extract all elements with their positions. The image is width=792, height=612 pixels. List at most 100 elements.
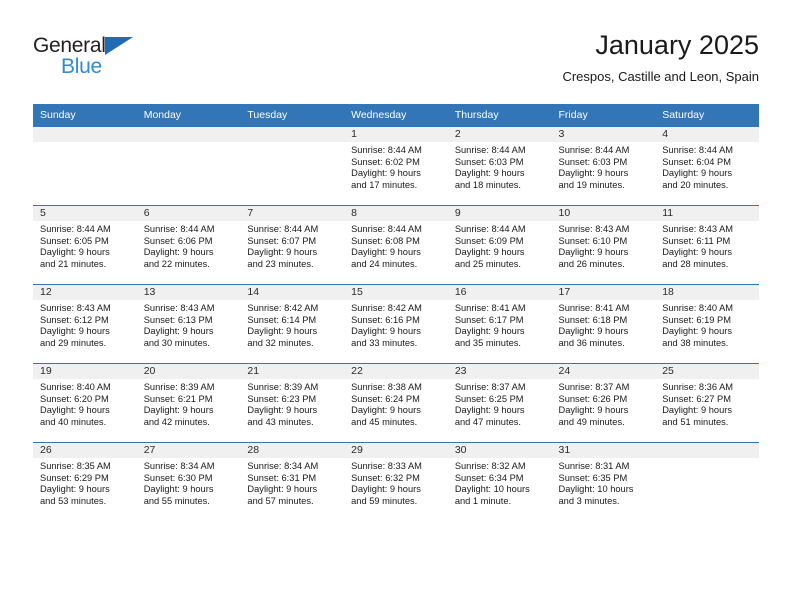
calendar-day-cell[interactable]: 4 Sunrise: 8:44 AM Sunset: 6:04 PM Daylight… <box>655 126 759 206</box>
calendar-day-cell[interactable]: 1 Sunrise: 8:44 AM Sunset: 6:02 PM Daylight… <box>344 126 448 206</box>
calendar-day-cell[interactable] <box>33 126 137 206</box>
daylight-text: Daylight: 9 hours <box>454 326 525 337</box>
daylight-text: and 1 minute. <box>454 495 512 506</box>
calendar-body: 1 Sunrise: 8:44 AM Sunset: 6:02 PM Daylight… <box>33 126 759 521</box>
calendar-week-row: 12 Sunrise: 8:43 AM Sunset: 6:12 PM Dayligh… <box>33 284 759 364</box>
calendar-day-cell[interactable]: 7 Sunrise: 8:44 AM Sunset: 6:07 PM Daylight… <box>240 205 345 285</box>
day-cell-content: 21 Sunrise: 8:39 AM Sunset: 6:23 PM Dayligh… <box>240 364 345 442</box>
day-cell-content: 10 Sunrise: 8:43 AM Sunset: 6:10 PM Dayligh… <box>551 206 656 284</box>
day-cell-content: 26 Sunrise: 8:35 AM Sunset: 6:29 PM Dayligh… <box>33 443 137 521</box>
calendar-day-cell[interactable]: 18 Sunrise: 8:40 AM Sunset: 6:19 PM Dayligh… <box>655 284 759 364</box>
sunset-text: Sunset: 6:18 PM <box>558 314 628 325</box>
day-details: Sunrise: 8:41 AM Sunset: 6:18 PM Daylight:… <box>552 300 656 349</box>
calendar-day-cell[interactable]: 20 Sunrise: 8:39 AM Sunset: 6:21 PM Dayligh… <box>136 363 241 443</box>
day-details: Sunrise: 8:38 AM Sunset: 6:24 PM Daylight:… <box>344 379 448 428</box>
calendar-day-cell[interactable]: 2 Sunrise: 8:44 AM Sunset: 6:03 PM Daylight… <box>447 126 552 206</box>
weekday-header-monday: Monday <box>136 104 241 127</box>
day-details: Sunrise: 8:44 AM Sunset: 6:05 PM Daylight:… <box>33 221 137 270</box>
calendar-day-cell[interactable]: 6 Sunrise: 8:44 AM Sunset: 6:06 PM Daylight… <box>136 205 241 285</box>
day-details: Sunrise: 8:42 AM Sunset: 6:16 PM Daylight:… <box>344 300 448 349</box>
sunset-text: Sunset: 6:29 PM <box>40 472 109 483</box>
daylight-text: Daylight: 9 hours <box>247 484 318 495</box>
day-cell-content: 2 Sunrise: 8:44 AM Sunset: 6:03 PM Daylight… <box>447 127 552 205</box>
day-cell-content: 18 Sunrise: 8:40 AM Sunset: 6:19 PM Dayligh… <box>655 285 759 363</box>
calendar-day-cell[interactable] <box>136 126 241 206</box>
day-cell-empty <box>655 443 759 521</box>
sunrise-text: Sunrise: 8:39 AM <box>143 382 215 392</box>
daylight-text: and 17 minutes. <box>351 179 418 190</box>
day-details: Sunrise: 8:34 AM Sunset: 6:31 PM Daylight:… <box>240 458 344 507</box>
calendar-day-cell[interactable]: 23 Sunrise: 8:37 AM Sunset: 6:25 PM Dayligh… <box>447 363 552 443</box>
calendar-day-cell[interactable]: 5 Sunrise: 8:44 AM Sunset: 6:05 PM Daylight… <box>33 205 137 285</box>
calendar-day-cell[interactable]: 14 Sunrise: 8:42 AM Sunset: 6:14 PM Dayligh… <box>240 284 345 364</box>
day-details: Sunrise: 8:42 AM Sunset: 6:14 PM Daylight:… <box>240 300 344 349</box>
calendar-day-cell[interactable]: 12 Sunrise: 8:43 AM Sunset: 6:12 PM Dayligh… <box>33 284 137 364</box>
sunset-text: Sunset: 6:21 PM <box>143 393 213 404</box>
calendar-day-cell[interactable]: 15 Sunrise: 8:42 AM Sunset: 6:16 PM Dayligh… <box>344 284 448 364</box>
daylight-text: and 25 minutes. <box>454 258 521 269</box>
day-number: 21 <box>240 364 345 379</box>
calendar-day-cell[interactable]: 24 Sunrise: 8:37 AM Sunset: 6:26 PM Dayligh… <box>551 363 656 443</box>
daylight-text: Daylight: 9 hours <box>143 484 214 495</box>
day-cell-content: 19 Sunrise: 8:40 AM Sunset: 6:20 PM Dayligh… <box>33 364 137 442</box>
day-details: Sunrise: 8:44 AM Sunset: 6:04 PM Daylight:… <box>655 142 759 191</box>
day-number: 24 <box>551 364 656 379</box>
calendar-day-cell[interactable]: 25 Sunrise: 8:36 AM Sunset: 6:27 PM Dayligh… <box>655 363 759 443</box>
calendar-day-cell[interactable]: 22 Sunrise: 8:38 AM Sunset: 6:24 PM Dayligh… <box>344 363 448 443</box>
calendar-day-cell[interactable]: 17 Sunrise: 8:41 AM Sunset: 6:18 PM Dayligh… <box>551 284 656 364</box>
sunrise-text: Sunrise: 8:43 AM <box>40 303 111 313</box>
day-details <box>137 142 241 145</box>
day-number: 28 <box>240 443 345 458</box>
sunset-text: Sunset: 6:24 PM <box>351 393 420 404</box>
daylight-text: and 42 minutes. <box>143 416 210 427</box>
sunrise-text: Sunrise: 8:41 AM <box>454 303 526 313</box>
day-number: 14 <box>240 285 345 300</box>
calendar-day-cell[interactable]: 19 Sunrise: 8:40 AM Sunset: 6:20 PM Dayligh… <box>33 363 137 443</box>
calendar-day-cell[interactable]: 3 Sunrise: 8:44 AM Sunset: 6:03 PM Daylight… <box>551 126 656 206</box>
daylight-text: Daylight: 9 hours <box>662 326 732 337</box>
day-cell-content: 1 Sunrise: 8:44 AM Sunset: 6:02 PM Daylight… <box>344 127 448 205</box>
calendar-day-cell[interactable] <box>240 126 345 206</box>
sunrise-text: Sunrise: 8:34 AM <box>247 461 319 471</box>
sunrise-text: Sunrise: 8:43 AM <box>143 303 215 313</box>
calendar-day-cell[interactable]: 10 Sunrise: 8:43 AM Sunset: 6:10 PM Dayligh… <box>551 205 656 285</box>
day-details: Sunrise: 8:44 AM Sunset: 6:07 PM Daylight:… <box>240 221 344 270</box>
calendar-day-cell[interactable]: 11 Sunrise: 8:43 AM Sunset: 6:11 PM Dayligh… <box>655 205 759 285</box>
sunset-text: Sunset: 6:06 PM <box>143 235 213 246</box>
sunset-text: Sunset: 6:08 PM <box>351 235 420 246</box>
calendar-week-row: 19 Sunrise: 8:40 AM Sunset: 6:20 PM Dayligh… <box>33 363 759 443</box>
sunset-text: Sunset: 6:27 PM <box>662 393 731 404</box>
day-number: 30 <box>447 443 552 458</box>
calendar-day-cell[interactable]: 27 Sunrise: 8:34 AM Sunset: 6:30 PM Dayligh… <box>136 442 241 521</box>
sunrise-text: Sunrise: 8:38 AM <box>351 382 422 392</box>
calendar-day-cell[interactable]: 8 Sunrise: 8:44 AM Sunset: 6:08 PM Daylight… <box>344 205 448 285</box>
daylight-text: Daylight: 9 hours <box>40 247 110 258</box>
calendar-day-cell[interactable]: 13 Sunrise: 8:43 AM Sunset: 6:13 PM Dayligh… <box>136 284 241 364</box>
daylight-text: and 35 minutes. <box>454 337 521 348</box>
title-block: January 2025 Crespos, Castille and Leon,… <box>562 28 759 87</box>
day-cell-content: 12 Sunrise: 8:43 AM Sunset: 6:12 PM Dayligh… <box>33 285 137 363</box>
calendar-day-cell[interactable]: 9 Sunrise: 8:44 AM Sunset: 6:09 PM Daylight… <box>447 205 552 285</box>
sunrise-text: Sunrise: 8:39 AM <box>247 382 319 392</box>
sunset-text: Sunset: 6:02 PM <box>351 156 420 167</box>
daylight-text: and 33 minutes. <box>351 337 418 348</box>
day-details: Sunrise: 8:34 AM Sunset: 6:30 PM Daylight:… <box>137 458 241 507</box>
calendar-day-cell[interactable]: 28 Sunrise: 8:34 AM Sunset: 6:31 PM Dayligh… <box>240 442 345 521</box>
daylight-text: Daylight: 9 hours <box>351 484 421 495</box>
weekday-header-row: Sunday Monday Tuesday Wednesday Thursday… <box>33 104 759 127</box>
calendar-day-cell[interactable]: 26 Sunrise: 8:35 AM Sunset: 6:29 PM Dayligh… <box>33 442 137 521</box>
calendar-day-cell[interactable]: 16 Sunrise: 8:41 AM Sunset: 6:17 PM Dayligh… <box>447 284 552 364</box>
day-number: 26 <box>33 443 137 458</box>
calendar-day-cell[interactable]: 29 Sunrise: 8:33 AM Sunset: 6:32 PM Dayligh… <box>344 442 448 521</box>
weekday-header-tuesday: Tuesday <box>240 104 345 127</box>
day-details: Sunrise: 8:32 AM Sunset: 6:34 PM Daylight:… <box>448 458 552 507</box>
sunrise-text: Sunrise: 8:43 AM <box>558 224 630 234</box>
day-number: 31 <box>551 443 656 458</box>
calendar-day-cell[interactable]: 21 Sunrise: 8:39 AM Sunset: 6:23 PM Dayligh… <box>240 363 345 443</box>
calendar-day-cell[interactable]: 31 Sunrise: 8:31 AM Sunset: 6:35 PM Dayligh… <box>551 442 656 521</box>
day-number <box>33 127 137 142</box>
sunset-text: Sunset: 6:16 PM <box>351 314 420 325</box>
day-number: 29 <box>344 443 448 458</box>
calendar-day-cell[interactable]: 30 Sunrise: 8:32 AM Sunset: 6:34 PM Dayligh… <box>447 442 552 521</box>
calendar-day-cell[interactable] <box>655 442 759 521</box>
